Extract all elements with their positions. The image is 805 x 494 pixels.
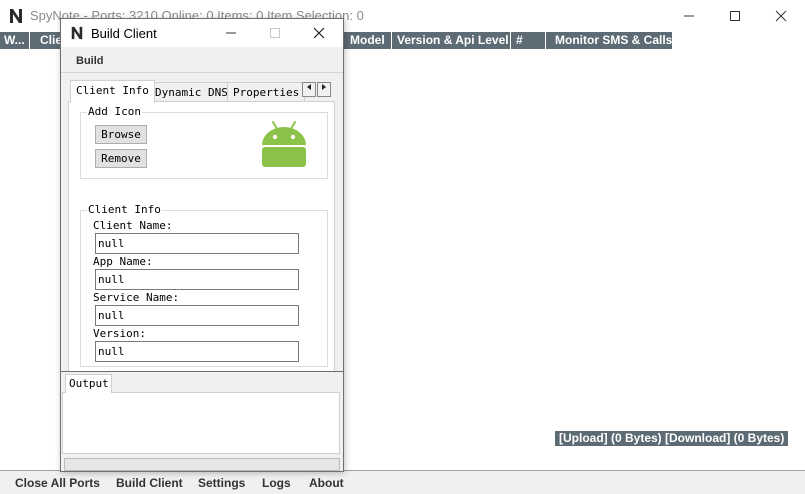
- minimize-icon: [226, 32, 236, 34]
- tab-scroll-right-button[interactable]: [317, 82, 331, 97]
- client-name-input[interactable]: null: [95, 233, 299, 254]
- close-all-ports-button[interactable]: Close All Ports: [15, 476, 100, 490]
- minimize-icon: [684, 15, 694, 17]
- build-progress-bar: [64, 458, 340, 471]
- version-input[interactable]: null: [95, 341, 299, 362]
- tab-dynamic-dns[interactable]: Dynamic DNS: [149, 82, 234, 102]
- dialog-minimize-button[interactable]: [209, 19, 253, 47]
- app-logo-icon: [8, 8, 24, 24]
- maximize-button[interactable]: [712, 0, 758, 32]
- client-name-label: Client Name:: [93, 219, 173, 232]
- service-name-label: Service Name:: [93, 291, 180, 304]
- logs-button[interactable]: Logs: [262, 476, 291, 490]
- about-button[interactable]: About: [309, 476, 344, 490]
- version-label: Version:: [93, 327, 146, 340]
- add-icon-group: Add Icon Browse Remove: [80, 105, 328, 179]
- app-name-label: App Name:: [93, 255, 153, 268]
- bottom-menu-bar: Close All Ports Build Client Settings Lo…: [0, 470, 805, 494]
- maximize-icon: [730, 11, 740, 21]
- dialog-menubar: Build: [61, 47, 343, 73]
- output-log[interactable]: [62, 392, 340, 454]
- client-info-panel: Add Icon Browse Remove Client Info Clien…: [68, 101, 335, 377]
- chevron-left-icon: [307, 84, 311, 90]
- close-icon: [313, 27, 325, 39]
- column-header[interactable]: Version & Api Level: [393, 32, 511, 49]
- column-header[interactable]: #: [512, 32, 546, 49]
- build-client-dialog: Build Client Build Client Info Dynamic D…: [60, 18, 344, 472]
- close-icon: [775, 10, 787, 22]
- transfer-status: [Upload] (0 Bytes) [Download] (0 Bytes): [555, 431, 789, 446]
- app-name-input[interactable]: null: [95, 269, 299, 290]
- column-header[interactable]: W...: [0, 32, 30, 49]
- app-logo-icon: [71, 26, 83, 40]
- column-header[interactable]: Monitor SMS & Calls: [551, 32, 672, 49]
- browse-button[interactable]: Browse: [95, 125, 147, 144]
- tab-client-info[interactable]: Client Info: [70, 80, 155, 103]
- tab-scroll-left-button[interactable]: [302, 82, 316, 97]
- client-info-legend: Client Info: [87, 203, 162, 216]
- client-info-group: Client Info Client Name: null App Name: …: [80, 203, 328, 367]
- column-header[interactable]: Model: [346, 32, 392, 49]
- android-icon: [262, 121, 306, 167]
- service-name-input[interactable]: null: [95, 305, 299, 326]
- output-panel: Output: [61, 371, 343, 471]
- tab-strip: Client Info Dynamic DNS Properties: [68, 80, 335, 103]
- dialog-title: Build Client: [91, 26, 157, 41]
- chevron-right-icon: [322, 84, 326, 90]
- dialog-titlebar: Build Client: [61, 19, 343, 47]
- remove-button[interactable]: Remove: [95, 149, 147, 168]
- tab-properties[interactable]: Properties: [227, 82, 306, 102]
- menu-build[interactable]: Build: [76, 55, 104, 67]
- add-icon-legend: Add Icon: [87, 105, 142, 118]
- build-client-button[interactable]: Build Client: [116, 476, 183, 490]
- close-button[interactable]: [758, 0, 804, 32]
- maximize-icon: [270, 28, 280, 38]
- dialog-close-button[interactable]: [297, 19, 341, 47]
- tab-output[interactable]: Output: [65, 374, 112, 393]
- dialog-maximize-button: [253, 19, 297, 47]
- minimize-button[interactable]: [666, 0, 712, 32]
- settings-button[interactable]: Settings: [198, 476, 245, 490]
